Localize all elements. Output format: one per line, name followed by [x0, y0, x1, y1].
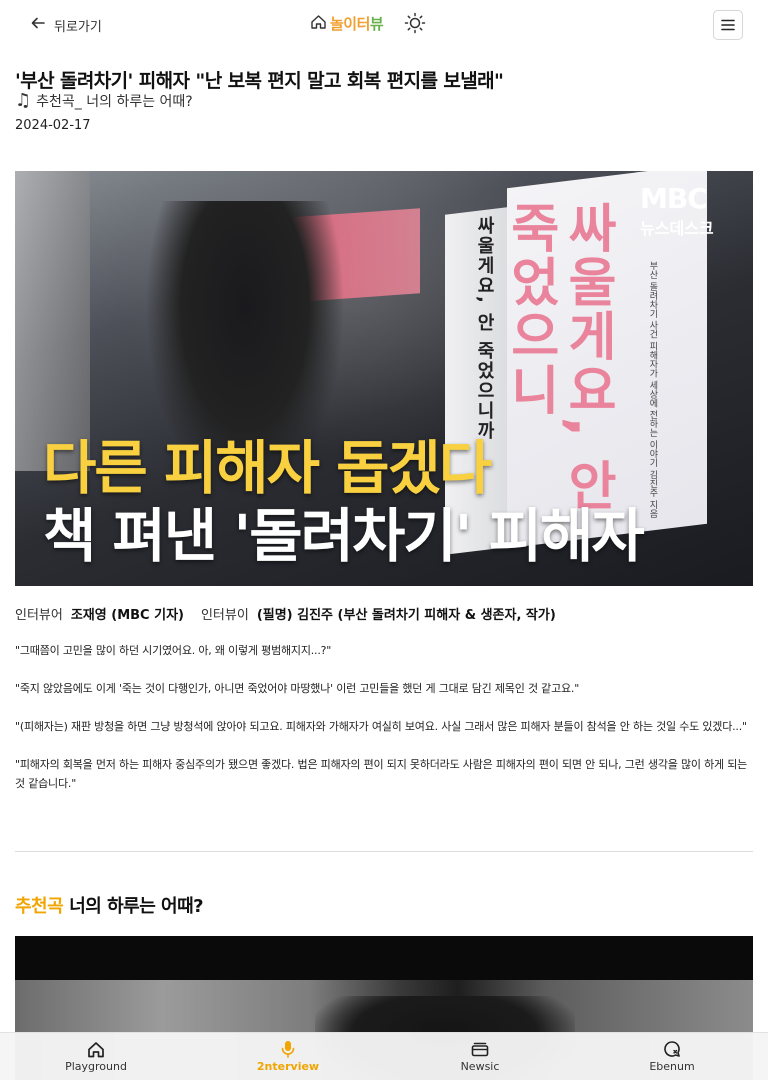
newsdesk-text: 뉴스데스크	[640, 219, 714, 238]
article-title: '부산 돌려차기' 피해자 "난 보복 편지 말고 회복 편지를 보낼래"	[15, 70, 504, 92]
home-icon	[87, 1040, 105, 1058]
quote: "피해자의 회복을 먼저 하는 피해자 중심주의가 됐으면 좋겠다. 법은 피해…	[15, 758, 748, 790]
interviewer-label: 인터뷰어	[15, 608, 63, 623]
nav-playground[interactable]: Playground	[0, 1033, 192, 1080]
home-outline-icon	[310, 14, 327, 34]
microphone-icon	[279, 1040, 297, 1058]
interviewee-name: (필명) 김진주 (부산 돌려차기 피해자 & 생존자, 작가)	[256, 608, 556, 623]
quote: "(피해자는) 재판 방청을 하면 그냥 방청석에 앉아야 되고요. 피해자와 …	[15, 720, 747, 733]
bottom-navigation: Playground 2nterview Newsic Ebenum	[0, 1032, 768, 1080]
hero-image: 싸울게요, 안 죽었으니까 싸울게요, 안 죽었으니 부산 돌려차기 사건 피해…	[15, 171, 753, 586]
site-logo[interactable]: 놀이터뷰	[310, 13, 384, 34]
hero-caption-line2: 책 펴낸 '돌려차기' 피해자	[43, 502, 645, 570]
article-subtitle: ♫ 추천곡_ 너의 하루는 어때?	[15, 90, 193, 111]
section-divider	[15, 851, 753, 852]
menu-button[interactable]	[713, 10, 743, 40]
nav-label: Ebenum	[649, 1060, 695, 1073]
mbc-newsdesk-logo: MBC 뉴스데스크	[640, 185, 740, 241]
interviewee-label: 인터뷰이	[200, 608, 249, 623]
book-spine-text: 싸울게요, 안 죽었으니까	[474, 216, 495, 442]
theme-toggle-button[interactable]	[403, 12, 427, 38]
book-cover-credit: 부산 돌려차기 사건 피해자가 세상에 전하는 이야기 김진주 지음	[647, 261, 658, 518]
mbc-logo-text: MBC	[640, 182, 708, 215]
arrow-left-icon	[30, 15, 46, 35]
recommend-heading: 추천곡 너의 하루는 어때?	[15, 892, 204, 918]
chat-search-icon	[663, 1040, 681, 1058]
nav-ebenum[interactable]: Ebenum	[576, 1033, 768, 1080]
logo-text: 놀이터뷰	[330, 15, 384, 33]
subtitle-text: 추천곡_ 너의 하루는 어때?	[36, 93, 193, 110]
nav-label: 2nterview	[256, 1060, 320, 1073]
sun-icon	[404, 12, 426, 38]
back-label: 뒤로가기	[54, 19, 102, 35]
interview-credits: 인터뷰어 조재영 (MBC 기자) 인터뷰이 (필명) 김진주 (부산 돌려차기…	[15, 604, 556, 623]
article-date: 2024-02-17	[15, 118, 91, 133]
quote: "그때쯤이 고민을 많이 하던 시기였어요. 아, 왜 이렇게 평범해지지...…	[15, 644, 332, 657]
recommend-title: 너의 하루는 어때?	[69, 896, 204, 917]
recommend-accent: 추천곡	[15, 896, 64, 917]
quote-list: "그때쯤이 고민을 많이 하던 시기였어요. 아, 왜 이렇게 평범해지지...…	[15, 641, 755, 812]
back-button[interactable]: 뒤로가기	[30, 14, 102, 36]
hamburger-icon	[721, 16, 735, 35]
news-icon	[471, 1040, 489, 1058]
music-note-icon: ♫	[15, 90, 32, 111]
top-header: 뒤로가기 놀이터뷰	[0, 0, 768, 50]
interviewer-name: 조재영 (MBC 기자)	[70, 608, 184, 623]
nav-2nterview[interactable]: 2nterview	[192, 1033, 384, 1080]
nav-newsic[interactable]: Newsic	[384, 1033, 576, 1080]
nav-label: Newsic	[460, 1060, 500, 1073]
quote: "죽지 않았음에도 이게 '죽는 것이 다행인가, 아니면 죽었어야 마땅했나'…	[15, 682, 580, 695]
nav-label: Playground	[65, 1060, 127, 1073]
